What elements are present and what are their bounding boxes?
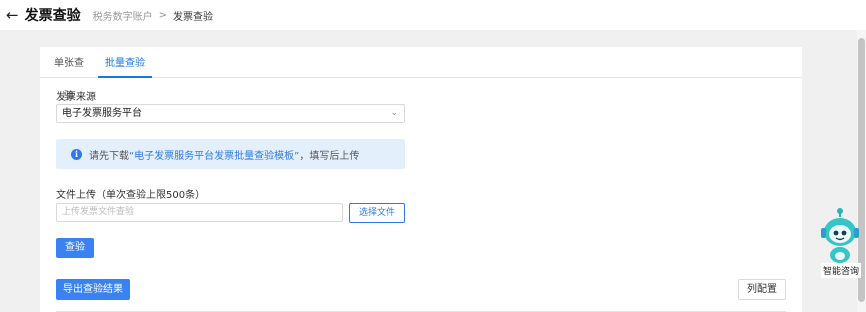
file-upload-input[interactable]: 上传发票文件查验 <box>56 203 343 222</box>
invoice-source-label: 发票来源 <box>56 92 96 103</box>
tab-bar: 单张查验 批量查验 <box>40 47 802 102</box>
info-banner: i 请先下载 “电子发票服务平台发票批量查验模板” ，填写后上传 <box>56 139 405 169</box>
main-card: 单张查验 批量查验 发票来源 电子发票服务平台 ⌄ i 请先下载 “电子发票服务… <box>40 47 802 312</box>
chevron-down-icon: ⌄ <box>390 108 398 118</box>
verify-button[interactable]: 查验 <box>56 238 94 258</box>
breadcrumb-item-current: 发票查验 <box>172 11 213 23</box>
assistant-label: 智能咨询 <box>821 263 862 278</box>
chevron-right-icon: > <box>158 9 167 21</box>
export-results-button[interactable]: 导出查验结果 <box>56 279 130 300</box>
robot-assistant-icon <box>821 208 859 263</box>
info-icon: i <box>71 148 82 160</box>
tab-batch-verify[interactable]: 批量查验 <box>98 47 152 78</box>
file-upload-label: 文件上传（单次查验上限500条） <box>56 190 206 201</box>
invoice-source-value: 电子发票服务平台 <box>62 108 142 119</box>
page-title: 发票查验 <box>24 8 81 24</box>
column-config-button[interactable]: 列配置 <box>738 279 786 300</box>
breadcrumb: 税务数字账户 > 发票查验 <box>93 8 213 23</box>
invoice-source-select[interactable]: 电子发票服务平台 ⌄ <box>56 104 405 123</box>
breadcrumb-item-account[interactable]: 税务数字账户 <box>93 8 153 23</box>
arrow-left-icon[interactable]: ← <box>6 7 19 23</box>
choose-file-button[interactable]: 选择文件 <box>349 203 405 223</box>
info-text-suffix: ，填写后上传 <box>299 150 360 162</box>
template-download-link[interactable]: “电子发票服务平台发票批量查验模板” <box>129 147 299 162</box>
smart-assistant-widget[interactable]: 智能咨询 <box>817 207 863 281</box>
tab-single-verify[interactable]: 单张查验 <box>50 47 88 102</box>
top-header: ← 发票查验 税务数字账户 > 发票查验 <box>0 0 866 30</box>
info-text-prefix: 请先下载 <box>89 150 129 162</box>
